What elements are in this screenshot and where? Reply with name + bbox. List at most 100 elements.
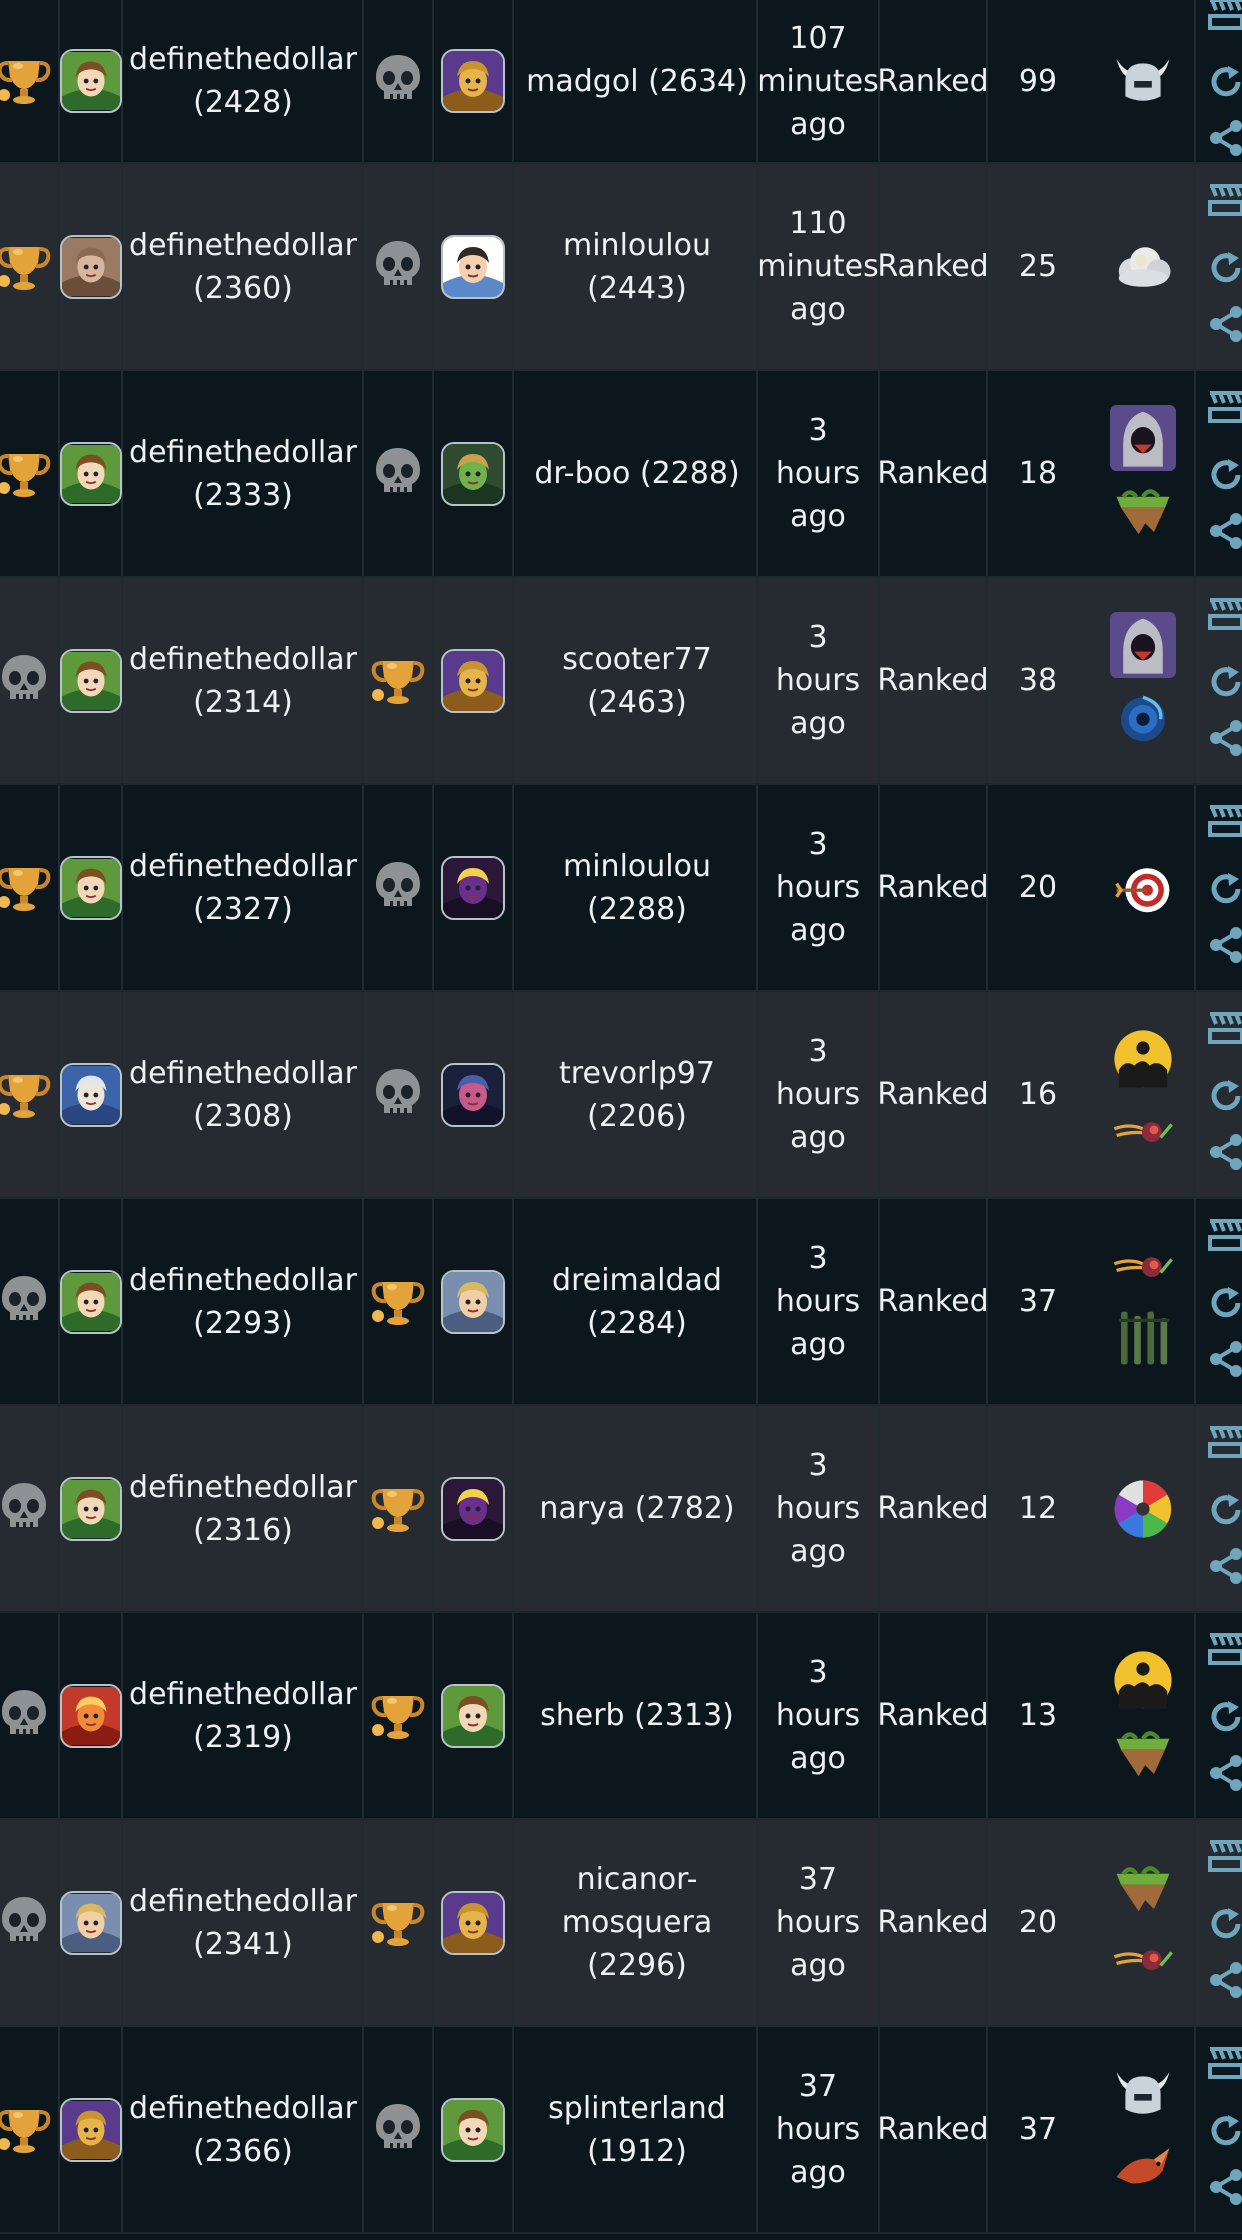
player-avatar[interactable]	[60, 1199, 122, 1404]
opponent-name[interactable]: dreimaldad (2284)	[512, 1199, 762, 1404]
opponent-avatar[interactable]	[434, 992, 512, 1197]
battle-details-icon[interactable]	[1206, 594, 1242, 634]
opponent-name-link[interactable]: dr-boo (2288)	[534, 452, 739, 495]
avatar[interactable]	[60, 855, 122, 920]
replay-icon[interactable]	[1206, 455, 1242, 495]
share-icon[interactable]	[1206, 1960, 1242, 2000]
player-name[interactable]: definethedollar (2314)	[124, 578, 362, 783]
replay-icon[interactable]	[1206, 1490, 1242, 1530]
opponent-name-link[interactable]: splinterland (1912)	[512, 2087, 762, 2173]
share-icon[interactable]	[1206, 2167, 1242, 2207]
avatar[interactable]	[60, 648, 122, 713]
player-name-link[interactable]: definethedollar (2314)	[124, 638, 362, 724]
player-name-link[interactable]: definethedollar (2319)	[124, 1673, 362, 1759]
replay-icon[interactable]	[1206, 62, 1242, 102]
battle-details-icon[interactable]	[1206, 1836, 1242, 1876]
player-avatar[interactable]	[60, 371, 122, 576]
avatar[interactable]	[441, 1269, 505, 1334]
opponent-name-link[interactable]: dreimaldad (2284)	[512, 1259, 762, 1345]
player-name-link[interactable]: definethedollar (2341)	[124, 1880, 362, 1966]
share-icon[interactable]	[1206, 304, 1242, 344]
share-icon[interactable]	[1206, 925, 1242, 965]
opponent-name-link[interactable]: scooter77 (2463)	[512, 638, 762, 724]
share-icon[interactable]	[1206, 511, 1242, 551]
avatar[interactable]	[441, 1062, 505, 1127]
player-avatar[interactable]	[60, 2027, 122, 2232]
player-avatar[interactable]	[60, 1820, 122, 2025]
battle-details-icon[interactable]	[1206, 180, 1242, 220]
player-name[interactable]: definethedollar (2341)	[124, 1820, 362, 2025]
replay-icon[interactable]	[1206, 1904, 1242, 1944]
battle-details-icon[interactable]	[1206, 387, 1242, 427]
share-icon[interactable]	[1206, 1753, 1242, 1793]
avatar[interactable]	[441, 1890, 505, 1955]
opponent-avatar[interactable]	[434, 164, 512, 369]
player-name[interactable]: definethedollar (2428)	[124, 0, 362, 162]
avatar[interactable]	[60, 1890, 122, 1955]
player-name[interactable]: definethedollar (2316)	[124, 1406, 362, 1611]
opponent-name[interactable]: nicanor-mosquera (2296)	[512, 1820, 762, 2025]
replay-icon[interactable]	[1206, 1076, 1242, 1116]
player-avatar[interactable]	[60, 785, 122, 990]
replay-icon[interactable]	[1206, 1697, 1242, 1737]
battle-details-icon[interactable]	[1206, 801, 1242, 841]
player-name[interactable]: definethedollar (2319)	[124, 1613, 362, 1818]
player-name-link[interactable]: definethedollar (2327)	[124, 845, 362, 931]
opponent-avatar[interactable]	[434, 1613, 512, 1818]
player-name[interactable]: definethedollar (2366)	[124, 2027, 362, 2232]
opponent-avatar[interactable]	[434, 785, 512, 990]
player-name[interactable]: definethedollar (2293)	[124, 1199, 362, 1404]
share-icon[interactable]	[1206, 1132, 1242, 1172]
avatar[interactable]	[441, 1476, 505, 1541]
avatar[interactable]	[60, 1683, 122, 1748]
battle-details-icon[interactable]	[1206, 1215, 1242, 1255]
opponent-name[interactable]: madgol (2634)	[512, 0, 762, 162]
opponent-name-link[interactable]: sherb (2313)	[540, 1694, 734, 1737]
battle-details-icon[interactable]	[1206, 0, 1242, 34]
replay-icon[interactable]	[1206, 1283, 1242, 1323]
player-avatar[interactable]	[60, 578, 122, 783]
share-icon[interactable]	[1206, 118, 1242, 158]
opponent-name[interactable]: sherb (2313)	[512, 1613, 762, 1818]
share-icon[interactable]	[1206, 718, 1242, 758]
player-name-link[interactable]: definethedollar (2360)	[124, 224, 362, 310]
avatar[interactable]	[60, 2097, 122, 2162]
battle-details-icon[interactable]	[1206, 2043, 1242, 2083]
player-name-link[interactable]: definethedollar (2308)	[124, 1052, 362, 1138]
player-name[interactable]: definethedollar (2333)	[124, 371, 362, 576]
opponent-name-link[interactable]: trevorlp97 (2206)	[512, 1052, 762, 1138]
opponent-avatar[interactable]	[434, 0, 512, 162]
opponent-avatar[interactable]	[434, 1406, 512, 1611]
share-icon[interactable]	[1206, 1339, 1242, 1379]
player-name[interactable]: definethedollar (2360)	[124, 164, 362, 369]
opponent-name[interactable]: trevorlp97 (2206)	[512, 992, 762, 1197]
opponent-avatar[interactable]	[434, 2027, 512, 2232]
avatar[interactable]	[441, 441, 505, 506]
replay-icon[interactable]	[1206, 248, 1242, 288]
replay-icon[interactable]	[1206, 2111, 1242, 2151]
avatar[interactable]	[60, 49, 122, 113]
player-avatar[interactable]	[60, 1406, 122, 1611]
replay-icon[interactable]	[1206, 869, 1242, 909]
player-name-link[interactable]: definethedollar (2428)	[124, 38, 362, 124]
avatar[interactable]	[60, 1062, 122, 1127]
opponent-avatar[interactable]	[434, 578, 512, 783]
share-icon[interactable]	[1206, 1546, 1242, 1586]
avatar[interactable]	[60, 1269, 122, 1334]
battle-details-icon[interactable]	[1206, 1008, 1242, 1048]
opponent-name[interactable]: scooter77 (2463)	[512, 578, 762, 783]
player-name-link[interactable]: definethedollar (2316)	[124, 1466, 362, 1552]
opponent-name[interactable]: minloulou (2443)	[512, 164, 762, 369]
opponent-name-link[interactable]: minloulou (2288)	[512, 845, 762, 931]
replay-icon[interactable]	[1206, 662, 1242, 702]
avatar[interactable]	[60, 234, 122, 299]
opponent-avatar[interactable]	[434, 1820, 512, 2025]
opponent-name[interactable]: dr-boo (2288)	[512, 371, 762, 576]
opponent-name-link[interactable]: nicanor-mosquera (2296)	[512, 1858, 762, 1987]
player-name-link[interactable]: definethedollar (2293)	[124, 1259, 362, 1345]
battle-details-icon[interactable]	[1206, 1422, 1242, 1462]
opponent-name-link[interactable]: minloulou (2443)	[512, 224, 762, 310]
opponent-name[interactable]: splinterland (1912)	[512, 2027, 762, 2232]
player-name[interactable]: definethedollar (2327)	[124, 785, 362, 990]
player-avatar[interactable]	[60, 164, 122, 369]
